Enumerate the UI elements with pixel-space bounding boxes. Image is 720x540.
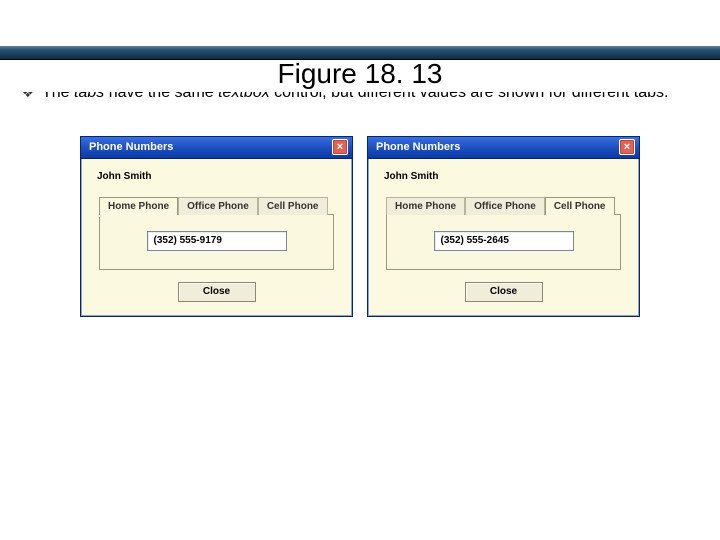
button-bar-left: Close — [91, 270, 342, 304]
tab-pane-right: (352) 555-2645 — [386, 214, 621, 270]
window-body-left: John Smith Home Phone Office Phone Cell … — [81, 159, 352, 316]
tabstrip-right: Home Phone Office Phone Cell Phone — [386, 194, 621, 214]
window-right: Phone Numbers × John Smith Home Phone Of… — [367, 136, 640, 317]
tab-home-phone[interactable]: Home Phone — [386, 197, 465, 215]
close-icon[interactable]: × — [332, 139, 348, 155]
slide-title: Figure 18. 13 — [0, 58, 720, 90]
close-icon[interactable]: × — [619, 139, 635, 155]
window-left: Phone Numbers × John Smith Home Phone Of… — [80, 136, 353, 317]
figure-row: Phone Numbers × John Smith Home Phone Of… — [0, 104, 720, 317]
titlebar-right: Phone Numbers × — [368, 137, 639, 159]
slide: Figure 18. 13 ❖ The tabs have the same t… — [0, 46, 720, 540]
window-title: Phone Numbers — [376, 141, 460, 153]
close-button[interactable]: Close — [178, 282, 256, 302]
window-title: Phone Numbers — [89, 141, 173, 153]
phone-textbox[interactable]: (352) 555-2645 — [434, 231, 574, 251]
tab-cell-phone[interactable]: Cell Phone — [545, 197, 615, 215]
tab-office-phone[interactable]: Office Phone — [465, 197, 545, 215]
window-body-right: John Smith Home Phone Office Phone Cell … — [368, 159, 639, 316]
tabstrip-left: Home Phone Office Phone Cell Phone — [99, 194, 334, 214]
tab-cell-phone[interactable]: Cell Phone — [258, 197, 328, 215]
tab-home-phone[interactable]: Home Phone — [99, 197, 178, 215]
button-bar-right: Close — [378, 270, 629, 304]
person-label: John Smith — [384, 171, 629, 182]
tab-pane-left: (352) 555-9179 — [99, 214, 334, 270]
close-button[interactable]: Close — [465, 282, 543, 302]
titlebar-left: Phone Numbers × — [81, 137, 352, 159]
phone-textbox[interactable]: (352) 555-9179 — [147, 231, 287, 251]
person-label: John Smith — [97, 171, 342, 182]
tab-office-phone[interactable]: Office Phone — [178, 197, 258, 215]
